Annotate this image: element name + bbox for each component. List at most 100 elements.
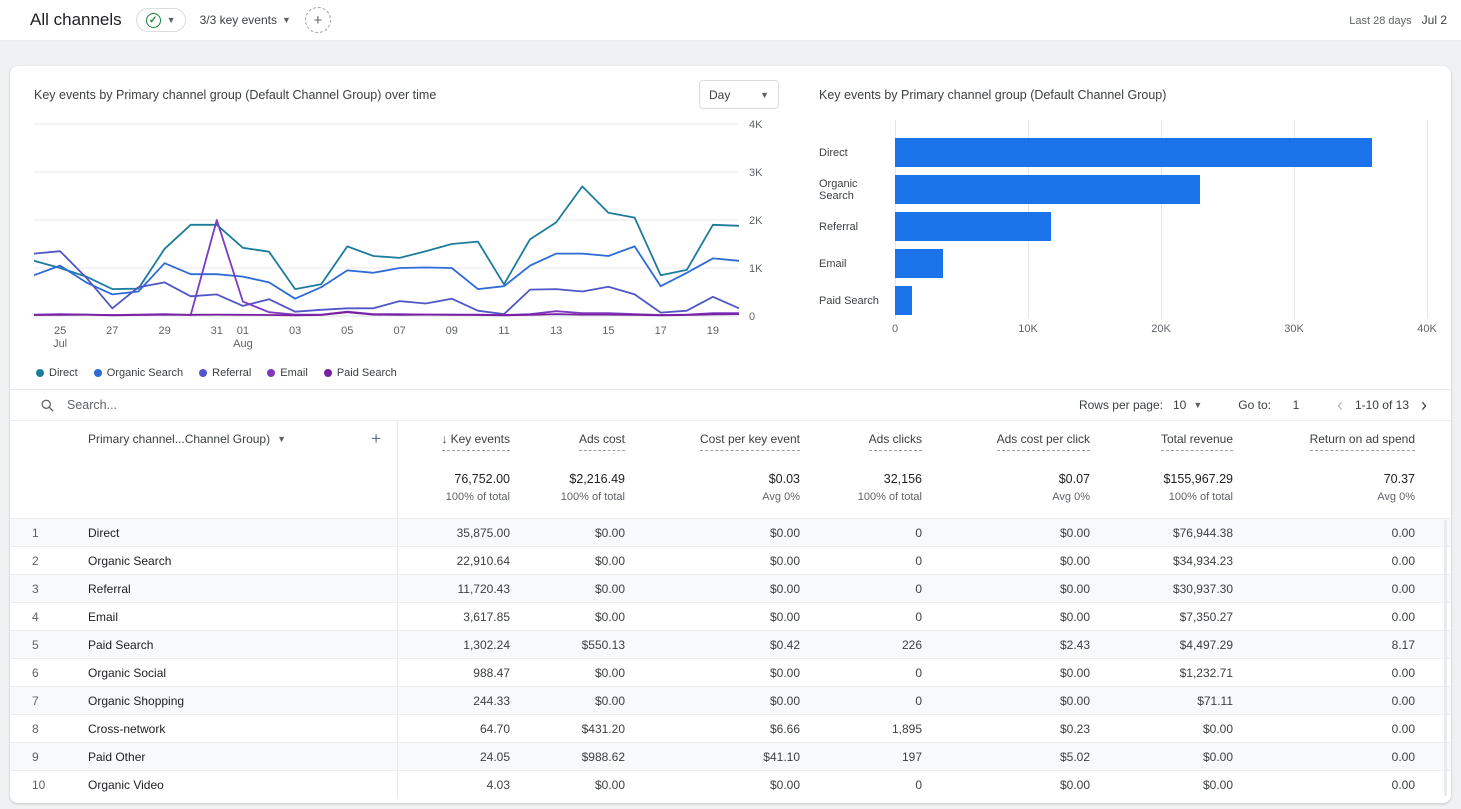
table-row[interactable]: 7 Organic Shopping 244.33 $0.00 $0.00 0 $0.00 $… (10, 686, 1451, 714)
dimension-header[interactable]: Primary channel...Channel Group) ▼ (88, 432, 286, 446)
totals-value: 70.37 (1383, 471, 1415, 486)
legend-item-referral[interactable]: Referral (199, 367, 251, 379)
date-range-picker[interactable]: Jul 2 (1422, 13, 1447, 27)
totals-cell: $0.07 Avg 0% (922, 472, 1090, 503)
bar-email[interactable] (895, 249, 944, 278)
metric-value: $1,232.71 (1179, 665, 1233, 680)
metric-value: 0.00 (1391, 749, 1415, 764)
x-axis-tick: 27 (106, 325, 118, 337)
channel-name: Organic Social (56, 659, 398, 686)
search-icon (41, 399, 54, 412)
bar-x-axis-tick: 10K (1018, 323, 1038, 335)
column-header-ads-cost-per-click[interactable]: Ads cost per click (922, 431, 1090, 451)
legend-item-direct[interactable]: Direct (36, 367, 78, 379)
metric-value: 0 (915, 693, 922, 708)
legend-dot-icon (267, 369, 276, 377)
legend-label: Referral (212, 367, 252, 379)
metric-value: $0.00 (594, 553, 625, 568)
previous-page-button[interactable]: ‹ (1335, 396, 1345, 414)
bar-organic-search[interactable] (895, 175, 1200, 204)
table-row[interactable]: 4 Email 3,617.85 $0.00 $0.00 0 $0.00 $7,350.27 0… (10, 602, 1451, 630)
series-line-direct (33, 185, 740, 291)
table-row[interactable]: 6 Organic Social 988.47 $0.00 $0.00 0 $0.00 $1,… (10, 658, 1451, 686)
table-row[interactable]: 10 Organic Video 4.03 $0.00 $0.00 0 $0.00 $0.00… (10, 770, 1451, 798)
row-index: 4 (32, 609, 39, 624)
metric-value: 244.33 (473, 693, 510, 708)
bar-chart: Direct Organic Search Referral Email Paid Se… (819, 120, 1437, 337)
bar-category-label: Referral (819, 220, 859, 233)
scrollbar[interactable] (1444, 520, 1447, 796)
metric-value: $0.00 (594, 609, 625, 624)
column-header-ads-clicks[interactable]: Ads clicks (800, 431, 922, 451)
totals-subtext: 100% of total (1168, 490, 1233, 503)
legend-dot-icon (93, 369, 102, 377)
bar-x-axis-tick: 20K (1151, 323, 1171, 335)
rows-per-page-label: Rows per page: (1078, 398, 1163, 412)
metric-value: $0.00 (1059, 665, 1090, 680)
table-row[interactable]: 3 Referral 11,720.43 $0.00 $0.00 0 $0.00 $30,93… (10, 574, 1451, 602)
search-box[interactable] (40, 397, 1079, 413)
series-line-organic-search (33, 245, 740, 300)
next-page-button[interactable]: › (1419, 396, 1429, 414)
x-axis-tick: 25 (54, 325, 66, 337)
bar-row (895, 245, 1427, 282)
series-line-referral (33, 250, 740, 316)
legend-item-organic-search[interactable]: Organic Search (93, 367, 183, 379)
metric-value: 35,875.00 (456, 525, 510, 540)
metric-value: $41.10 (763, 749, 800, 764)
column-header-cost-per-key-event[interactable]: Cost per key event (625, 431, 800, 451)
table-section: Rows per page: 10 ▼ Go to: ‹ 1-10 of 13 … (10, 389, 1451, 798)
totals-value: $155,967.29 (1163, 471, 1233, 486)
column-header-total-revenue[interactable]: Total revenue (1090, 431, 1233, 451)
metric-value: $0.00 (594, 693, 625, 708)
totals-subtext: 100% of total (445, 490, 510, 503)
add-dimension-button[interactable]: + (367, 430, 385, 447)
page-title: All channels (30, 10, 122, 29)
bar-paid-search[interactable] (895, 286, 913, 315)
rows-per-page-value: 10 (1172, 398, 1187, 412)
legend-item-email[interactable]: Email (267, 367, 308, 379)
bar-referral[interactable] (895, 212, 1051, 241)
dimension-header-cell: Primary channel...Channel Group) ▼ + (56, 421, 398, 456)
goto-page-input[interactable] (1280, 397, 1311, 413)
rows-per-page-select[interactable]: 10 ▼ (1173, 398, 1202, 412)
legend-dot-icon (36, 369, 44, 377)
sort-descending-icon: ↓ (441, 431, 448, 446)
totals-subtext: Avg 0% (762, 490, 800, 503)
add-comparison-button[interactable]: + (304, 7, 331, 33)
table-row[interactable]: 5 Paid Search 1,302.24 $550.13 $0.42 226 $2.43… (10, 630, 1451, 658)
channel-name: Organic Search (56, 547, 398, 574)
chevron-down-icon: ▼ (760, 89, 769, 100)
totals-cell: 70.37 Avg 0% (1233, 472, 1415, 503)
table-row[interactable]: 8 Cross-network 64.70 $431.20 $6.66 1,895 $0.2… (10, 714, 1451, 742)
chevron-down-icon: ▼ (281, 15, 291, 25)
search-input[interactable] (65, 397, 365, 413)
x-axis-tick: 17 (655, 325, 667, 337)
table-body: 1 Direct 35,875.00 $0.00 $0.00 0 $0.00 $76,944.… (10, 518, 1451, 798)
y-axis-tick: 2K (749, 215, 763, 227)
column-header-return-on-ad-spend[interactable]: Return on ad spend (1233, 431, 1415, 451)
key-events-selector[interactable]: 3/3 key events ▼ (200, 13, 291, 27)
totals-value: 32,156 (883, 471, 922, 486)
channel-status-badge[interactable]: ✓ ▼ (135, 8, 186, 32)
table-row[interactable]: 1 Direct 35,875.00 $0.00 $0.00 0 $0.00 $76,944.… (10, 518, 1451, 546)
granularity-select[interactable]: Day ▼ (699, 80, 779, 109)
table-row[interactable]: 9 Paid Other 24.05 $988.62 $41.10 197 $5.02 $0.… (10, 742, 1451, 770)
column-header-label: Cost per key event (699, 431, 800, 446)
channel-name: Direct (56, 519, 398, 546)
metric-value: $0.00 (769, 525, 800, 540)
metric-value: 0 (915, 777, 922, 792)
bar-direct[interactable] (895, 138, 1373, 167)
table-totals-row: 76,752.00 100% of total $2,216.49 100% of t… (10, 456, 1451, 518)
metric-value: $0.00 (1059, 609, 1090, 624)
column-header-ads-cost[interactable]: Ads cost (510, 431, 625, 451)
metric-value: 1,302.24 (463, 637, 510, 652)
bar-x-axis-tick: 40K (1417, 323, 1437, 335)
line-chart-panel: Key events by Primary channel group (Def… (33, 80, 779, 389)
metric-value: $0.00 (1059, 693, 1090, 708)
x-axis-tick: 31 (211, 325, 223, 337)
table-row[interactable]: 2 Organic Search 22,910.64 $0.00 $0.00 0 $0.00… (10, 546, 1451, 574)
legend-item-paid-search[interactable]: Paid Search (323, 367, 397, 379)
row-index: 6 (32, 665, 39, 680)
column-header-key-events[interactable]: ↓ Key events (398, 431, 510, 451)
